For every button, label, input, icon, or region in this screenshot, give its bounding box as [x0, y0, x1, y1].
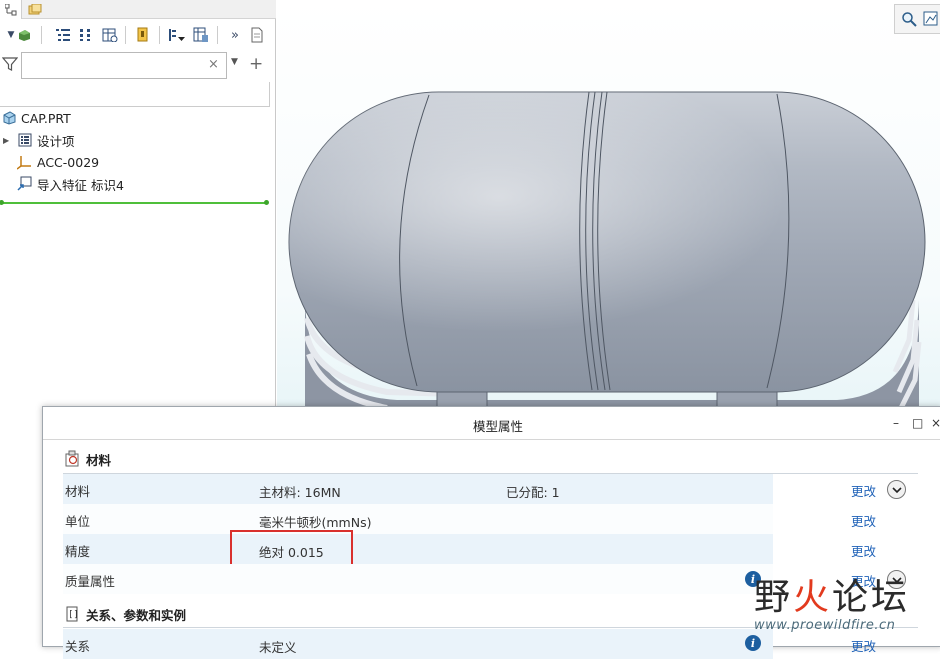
- model-tree-toolbar: ▼ »: [0, 22, 276, 48]
- expand-arrow-icon[interactable]: ▶: [3, 136, 17, 145]
- filter-dropdown-icon[interactable]: ▼: [231, 57, 238, 67]
- tree-item-coordinate-system[interactable]: ACC-0029: [17, 152, 99, 172]
- change-link-accuracy[interactable]: 更改: [851, 541, 876, 560]
- dialog-title-bar[interactable]: 模型属性 – □ ×: [43, 407, 940, 440]
- property-label: 单位: [65, 514, 91, 529]
- highlight-box: [230, 530, 353, 568]
- add-filter-button[interactable]: +: [249, 54, 263, 74]
- filter-area-blank: [0, 82, 270, 107]
- property-row-mass-props: [63, 564, 773, 594]
- clear-search-icon[interactable]: ×: [208, 57, 219, 72]
- relations-icon: []: [63, 605, 83, 623]
- dialog-title: 模型属性: [473, 419, 524, 434]
- model-tree-icon: [4, 3, 16, 15]
- close-button[interactable]: ×: [931, 416, 940, 430]
- insert-here-marker[interactable]: [0, 200, 269, 205]
- property-label: 关系: [65, 639, 91, 654]
- relations-section-header: [] 关系、参数和实例: [63, 602, 186, 626]
- change-link-material[interactable]: 更改: [851, 481, 876, 500]
- forum-watermark: 野火论坛 www.proewildfire.cn: [754, 566, 940, 647]
- minimize-button[interactable]: –: [893, 416, 899, 430]
- maximize-button[interactable]: □: [912, 416, 923, 430]
- import-feature-icon: [17, 176, 33, 192]
- tree-columns-icon[interactable]: [77, 24, 95, 46]
- filter-tree-icon[interactable]: [168, 24, 186, 46]
- chevron-down-icon[interactable]: [887, 480, 906, 499]
- watermark-text-fire: 火: [793, 577, 833, 618]
- tab-folder-browser[interactable]: [24, 0, 46, 19]
- show-display-icon[interactable]: [15, 24, 33, 46]
- tab-model-tree[interactable]: [0, 0, 22, 19]
- watermark-text-b: 论坛: [832, 577, 911, 618]
- tree-settings-icon[interactable]: [192, 24, 210, 46]
- tree-item-label: 设计项: [37, 133, 75, 149]
- property-row-relations: [63, 629, 773, 659]
- design-items-icon: [17, 132, 33, 148]
- materials-icon: [63, 450, 83, 468]
- funnel-filter-icon[interactable]: [1, 56, 19, 75]
- coordinate-system-icon: [17, 154, 33, 170]
- tree-item-design-items[interactable]: ▶ 设计项: [3, 130, 75, 150]
- property-label: 质量属性: [65, 574, 116, 589]
- property-label: 材料: [65, 484, 91, 499]
- watermark-url: www.proewildfire.cn: [754, 618, 896, 633]
- tree-item-label: CAP.PRT: [21, 110, 71, 126]
- bookmark-icon[interactable]: [134, 24, 152, 46]
- part-icon: [1, 110, 17, 126]
- more-tools-button[interactable]: »: [226, 24, 244, 46]
- folder-browser-icon: [28, 3, 42, 14]
- property-value: 主材料: 16MN: [259, 485, 341, 500]
- watermark-logo: 野火论坛: [754, 568, 910, 620]
- panel-tabs: [0, 0, 276, 19]
- property-value: 毫米牛顿秒(mmNs): [259, 515, 372, 530]
- document-icon[interactable]: [248, 24, 266, 46]
- assigned-count: 已分配: 1: [506, 485, 560, 500]
- materials-section-header: 材料: [63, 447, 111, 471]
- tree-item-label: ACC-0029: [37, 154, 100, 170]
- tree-item-import-feature[interactable]: 导入特征 标识4: [17, 174, 124, 194]
- tree-list-icon[interactable]: [54, 24, 72, 46]
- tree-item-root[interactable]: CAP.PRT: [1, 108, 71, 128]
- svg-text:[]: []: [68, 610, 79, 620]
- table-view-icon[interactable]: [101, 24, 119, 46]
- property-row-material: [63, 474, 773, 504]
- tree-search-input[interactable]: [21, 52, 227, 79]
- relations-section-title: 关系、参数和实例: [86, 607, 187, 623]
- property-row-accuracy: [63, 534, 773, 564]
- property-label: 精度: [65, 544, 91, 559]
- tree-item-label: 导入特征 标识4: [37, 177, 124, 193]
- property-row-units: [63, 504, 773, 534]
- materials-section-title: 材料: [86, 452, 112, 468]
- change-link-units[interactable]: 更改: [851, 511, 876, 530]
- tree-filter-row: × ▼ +: [0, 52, 276, 80]
- watermark-text-a: 野: [754, 577, 794, 618]
